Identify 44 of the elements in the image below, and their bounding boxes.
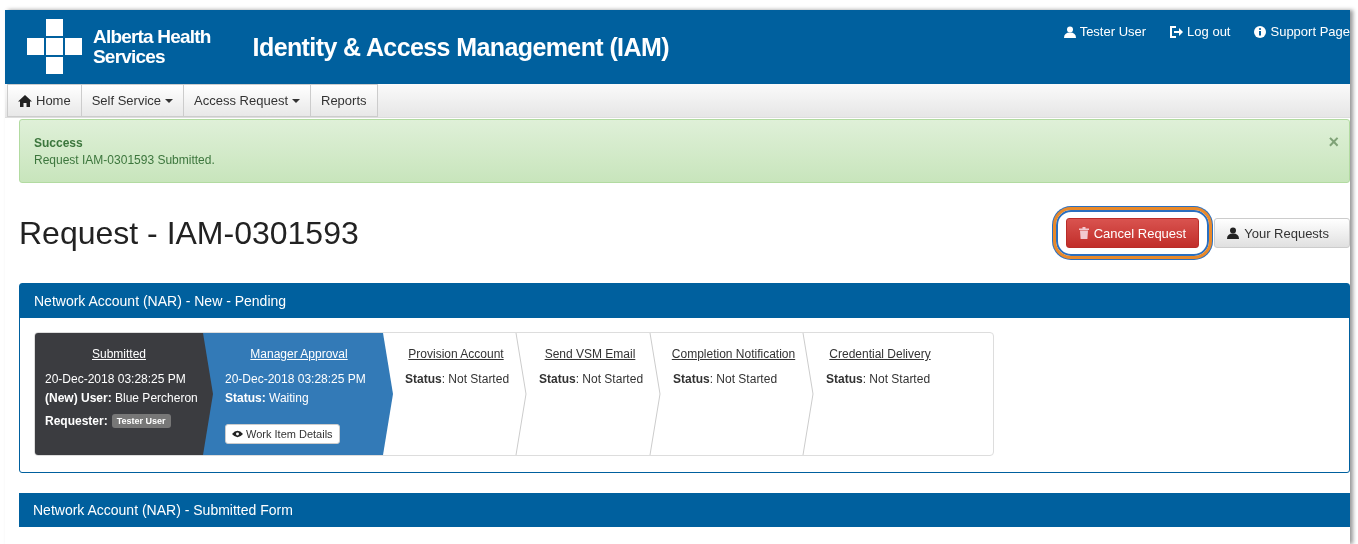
action-button[interactable]: Your Requests xyxy=(1214,218,1350,248)
nav-item[interactable]: Self Service xyxy=(80,84,185,117)
step-detail: 20-Dec-2018 03:28:25 PM xyxy=(45,372,186,386)
requester-badge: Tester User xyxy=(111,414,171,428)
logo-text: Alberta Health xyxy=(93,27,211,47)
step-detail: Status: Not Started xyxy=(673,372,778,386)
page-title: Request - IAM-0301593 xyxy=(19,214,359,252)
header-link[interactable]: Tester User xyxy=(1063,24,1147,39)
nav-item[interactable]: Reports xyxy=(310,84,378,117)
home-icon xyxy=(18,94,32,107)
step-link[interactable]: Provision Account xyxy=(408,347,504,361)
step-detail: Status: Not Started xyxy=(539,372,644,386)
step-link[interactable]: Completion Notification xyxy=(671,347,796,361)
logout-icon xyxy=(1170,25,1184,38)
action-button[interactable]: Cancel Request xyxy=(1065,218,1200,248)
step-link[interactable]: Credential Delivery xyxy=(829,347,931,361)
step-detail: Status: Waiting xyxy=(225,391,309,405)
step-link[interactable]: Submitted xyxy=(92,347,146,361)
caret-icon xyxy=(165,98,174,103)
work-item-button[interactable]: Work Item Details xyxy=(225,424,340,444)
trash-icon xyxy=(1078,227,1089,239)
alert-message: Request IAM-0301593 Submitted. xyxy=(34,153,215,167)
header-link[interactable]: Log out xyxy=(1170,24,1231,39)
step-detail: Status: Not Started xyxy=(826,372,931,386)
header-link[interactable]: Support Page xyxy=(1254,24,1350,39)
info-icon xyxy=(1254,25,1267,38)
step-detail: 20-Dec-2018 03:28:25 PM xyxy=(225,372,366,386)
requester-label: Requester: xyxy=(45,414,108,428)
step-link[interactable]: Manager Approval xyxy=(250,347,348,361)
nav-item[interactable]: Home xyxy=(7,84,82,117)
step-detail: (New) User: Blue Percheron xyxy=(45,391,198,405)
step-detail: Status: Not Started xyxy=(405,372,510,386)
user-icon xyxy=(1227,227,1240,239)
step-link[interactable]: Send VSM Email xyxy=(544,347,636,361)
alert-title: Success xyxy=(34,136,83,150)
cross-logo-icon xyxy=(27,19,83,75)
eye-icon xyxy=(232,430,243,438)
panel-title: Network Account (NAR) - Submitted Form xyxy=(33,502,293,518)
user-icon xyxy=(1063,25,1076,38)
caret-icon xyxy=(292,98,300,103)
logo-text: Services xyxy=(93,47,166,67)
nav-item[interactable]: Access Request xyxy=(183,84,311,117)
app-title: Identity & Access Management (IAM) xyxy=(252,32,669,62)
panel-title: Network Account (NAR) - New - Pending xyxy=(34,293,287,309)
